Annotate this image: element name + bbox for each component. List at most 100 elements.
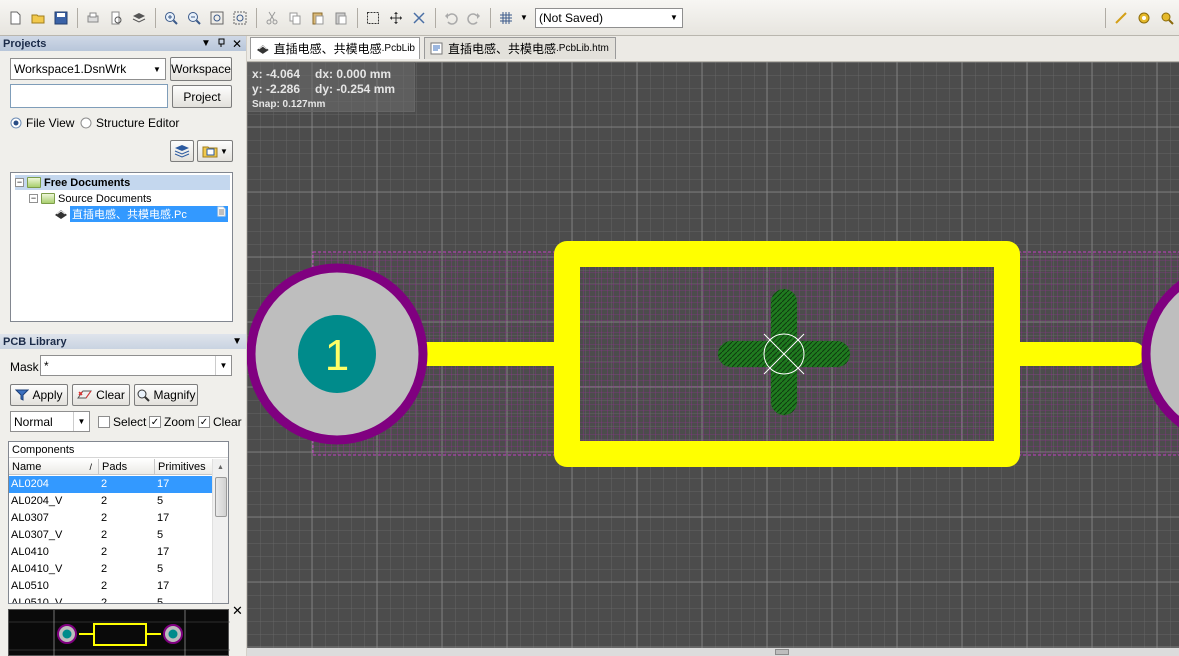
main-toolbar: ▼ (Not Saved) ▼ — [0, 0, 1179, 36]
workspace-combo-value: Workspace1.DsnWrk — [14, 62, 127, 76]
new-document-icon[interactable] — [4, 7, 26, 29]
chevron-down-icon[interactable]: ▼ — [149, 59, 165, 79]
vertical-scrollbar[interactable]: ▲ — [212, 459, 228, 603]
checkbox-checked-icon[interactable]: ✓ — [149, 416, 161, 428]
workspace-button[interactable]: Workspace — [170, 57, 232, 81]
mask-combo[interactable]: * ▼ — [40, 355, 232, 376]
pcb-library-icon — [256, 45, 269, 54]
close-icon[interactable]: ✕ — [232, 37, 242, 51]
chevron-down-icon[interactable]: ▼ — [666, 9, 682, 27]
zoom-fit-icon[interactable] — [206, 7, 228, 29]
radio-file-view[interactable]: File View — [10, 116, 74, 130]
save-icon[interactable] — [50, 7, 72, 29]
place-line-icon[interactable] — [1110, 7, 1132, 29]
footprint-preview — [8, 609, 230, 656]
undo-icon[interactable] — [440, 7, 462, 29]
cell-primitives: 5 — [157, 495, 164, 507]
layers-icon[interactable] — [128, 7, 150, 29]
pcb-canvas[interactable]: 1 x: -4.064 dx: 0.000 mm y: -2.286 dy: -… — [247, 62, 1179, 656]
coord-x: x: -4.064 — [252, 67, 301, 81]
collapse-icon[interactable]: − — [29, 194, 38, 203]
mode-select[interactable]: Normal ▼ — [10, 411, 90, 432]
radio-unchecked-icon[interactable] — [80, 117, 92, 129]
components-header: Components — [9, 442, 228, 458]
checkbox-clear-existing[interactable]: ✓ Clear E — [198, 415, 246, 429]
checkbox-unchecked-icon[interactable] — [98, 416, 110, 428]
project-name-input[interactable] — [10, 84, 168, 108]
scroll-up-icon[interactable]: ▲ — [213, 459, 228, 475]
place-via-icon[interactable] — [1156, 7, 1178, 29]
place-pad-icon[interactable] — [1133, 7, 1155, 29]
doc-status-combo[interactable]: (Not Saved) ▼ — [535, 7, 683, 28]
table-row[interactable]: AL0307 2 17 — [9, 510, 213, 527]
project-button[interactable]: Project — [172, 85, 232, 108]
chevron-down-icon[interactable]: ▼ — [215, 356, 231, 375]
panel-menu-icon[interactable]: ▼ — [232, 336, 242, 347]
print-preview-icon[interactable] — [105, 7, 127, 29]
pin-icon[interactable] — [217, 38, 226, 50]
add-document-button[interactable]: ▼ — [197, 140, 233, 162]
magnify-button[interactable]: Magnify — [134, 384, 198, 406]
project-options-button[interactable] — [170, 140, 194, 162]
print-icon[interactable] — [82, 7, 104, 29]
deselect-icon[interactable] — [408, 7, 430, 29]
column-header-name[interactable]: Name / — [9, 459, 99, 475]
apply-button[interactable]: Apply — [10, 384, 68, 406]
tree-file-label: 直插电感、共模电感.Pc — [72, 208, 187, 221]
column-header-primitives[interactable]: Primitives — [155, 459, 213, 475]
redo-icon[interactable] — [463, 7, 485, 29]
table-row[interactable]: AL0510_V 2 5 — [9, 595, 213, 604]
paste-special-icon[interactable] — [330, 7, 352, 29]
scroll-thumb[interactable] — [215, 477, 227, 517]
tab-pcblib-htm[interactable]: 直插电感、共模电感 .PcbLib.htm — [424, 37, 616, 59]
tree-item-pcblib-file[interactable]: 直插电感、共模电感.Pc — [53, 205, 228, 222]
radio-checked-icon[interactable] — [10, 117, 22, 129]
radio-structure-editor[interactable]: Structure Editor — [80, 116, 179, 130]
checkbox-select[interactable]: Select — [98, 415, 146, 429]
table-row[interactable]: AL0410_V 2 5 — [9, 561, 213, 578]
checkbox-zoom[interactable]: ✓ Zoom — [149, 415, 195, 429]
tab-pcblib[interactable]: 直插电感、共模电感 .PcbLib — [250, 37, 420, 59]
pcb-footprint-view[interactable]: 1 — [247, 62, 1179, 656]
toolbar-separator — [435, 7, 436, 28]
paste-icon[interactable] — [307, 7, 329, 29]
move-icon[interactable] — [385, 7, 407, 29]
table-row[interactable]: AL0204 2 17 — [9, 476, 213, 493]
table-row[interactable]: AL0510 2 17 — [9, 578, 213, 595]
table-row[interactable]: AL0307_V 2 5 — [9, 527, 213, 544]
panel-menu-icon[interactable]: ▼ — [201, 38, 211, 49]
scroll-thumb[interactable] — [775, 649, 789, 655]
collapse-icon[interactable]: − — [15, 178, 24, 187]
cell-name: AL0204 — [11, 478, 49, 490]
horizontal-scrollbar[interactable] — [247, 648, 1179, 656]
column-header-pads[interactable]: Pads — [99, 459, 155, 475]
select-rect-icon[interactable] — [362, 7, 384, 29]
clear-button[interactable]: Clear — [72, 384, 130, 406]
tab-pcblib-ext: .PcbLib — [381, 43, 415, 54]
tree-file-selected: 直插电感、共模电感.Pc — [70, 205, 228, 222]
grid-dropdown-icon[interactable]: ▼ — [518, 7, 530, 29]
zoom-in-icon[interactable] — [160, 7, 182, 29]
table-row[interactable]: AL0410 2 17 — [9, 544, 213, 561]
components-table: Components Name / Pads Primitives AL0204… — [8, 441, 229, 604]
cell-primitives: 5 — [157, 529, 164, 541]
workspace-combo[interactable]: Workspace1.DsnWrk ▼ — [10, 58, 166, 80]
zoom-area-icon[interactable] — [229, 7, 251, 29]
cell-pads: 2 — [101, 580, 108, 592]
close-icon[interactable]: ✕ — [232, 603, 243, 619]
tree-item-free-documents[interactable]: − Free Documents — [15, 175, 230, 190]
grid-icon[interactable] — [495, 7, 517, 29]
cut-icon[interactable] — [261, 7, 283, 29]
tree-item-source-documents[interactable]: − Source Documents — [29, 191, 152, 206]
open-folder-icon[interactable] — [27, 7, 49, 29]
cell-name: AL0510_V — [11, 597, 63, 604]
copy-icon[interactable] — [284, 7, 306, 29]
zoom-out-icon[interactable] — [183, 7, 205, 29]
cell-pads: 2 — [101, 495, 108, 507]
chevron-down-icon[interactable]: ▼ — [73, 412, 89, 431]
checkbox-checked-icon[interactable]: ✓ — [198, 416, 210, 428]
column-name-label: Name — [12, 460, 42, 473]
filter-funnel-icon — [15, 389, 30, 401]
tree-folder-label: Source Documents — [58, 192, 152, 205]
table-row[interactable]: AL0204_V 2 5 — [9, 493, 213, 510]
